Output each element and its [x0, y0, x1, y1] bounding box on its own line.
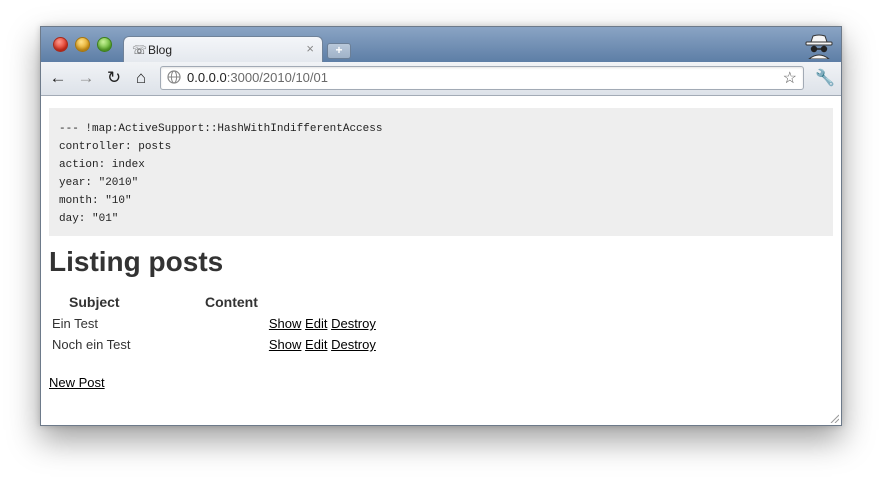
url-host: 0.0.0.0 [187, 70, 227, 85]
debug-line: action: index [59, 159, 145, 171]
post-actions: Show Edit Destroy [268, 314, 377, 333]
show-link[interactable]: Show [269, 337, 302, 352]
table-row: Ein Test Show Edit Destroy [51, 314, 377, 333]
browser-tab[interactable]: ☏ Blog × [123, 36, 323, 63]
debug-params: --- !map:ActiveSupport::HashWithIndiffer… [49, 108, 833, 236]
debug-line: month: "10" [59, 195, 132, 207]
edit-link[interactable]: Edit [305, 316, 327, 331]
debug-line: controller: posts [59, 141, 172, 153]
url-path: :3000/2010/10/01 [226, 70, 328, 85]
incognito-icon [805, 34, 833, 59]
home-button[interactable]: ⌂ [131, 68, 151, 88]
debug-line: day: "01" [59, 213, 119, 225]
close-window-button[interactable] [53, 37, 68, 52]
resize-grip-icon[interactable] [829, 413, 839, 423]
title-bar: ☏ Blog × + [41, 27, 841, 63]
new-post-link[interactable]: New Post [49, 375, 105, 390]
address-bar[interactable]: 0.0.0.0:3000/2010/10/01 ☆ [160, 66, 804, 90]
post-content [205, 335, 266, 354]
tab-title: Blog [148, 43, 173, 57]
url-text: 0.0.0.0:3000/2010/10/01 [187, 70, 328, 85]
globe-icon [167, 70, 181, 84]
show-link[interactable]: Show [269, 316, 302, 331]
edit-link[interactable]: Edit [305, 337, 327, 352]
browser-window: ☏ Blog × + ← → ↻ ⌂ 0.0.0.0:3000/2010/10/… [40, 26, 842, 426]
debug-params-text: --- !map:ActiveSupport::HashWithIndiffer… [49, 108, 833, 240]
column-header-content: Content [205, 294, 258, 310]
tab-close-icon[interactable]: × [306, 41, 314, 56]
post-actions: Show Edit Destroy [268, 335, 377, 354]
window-controls [53, 37, 112, 52]
table-row: Noch ein Test Show Edit Destroy [51, 335, 377, 354]
toolbar: ← → ↻ ⌂ 0.0.0.0:3000/2010/10/01 ☆ 🔧 [41, 62, 841, 96]
column-header-subject: Subject [69, 294, 120, 310]
post-subject: Noch ein Test [52, 337, 131, 352]
page-content: --- !map:ActiveSupport::HashWithIndiffer… [41, 96, 841, 425]
favicon-icon: ☏ [132, 43, 148, 57]
new-tab-button[interactable]: + [327, 43, 351, 59]
posts-table: Subject Content Ein Test Show Edit Destr… [49, 290, 379, 356]
wrench-menu-icon[interactable]: 🔧 [815, 68, 835, 88]
debug-line: year: "2010" [59, 177, 139, 189]
debug-line: --- !map:ActiveSupport::HashWithIndiffer… [59, 123, 383, 135]
back-button[interactable]: ← [48, 68, 68, 88]
destroy-link[interactable]: Destroy [331, 316, 376, 331]
page-title: Listing posts [49, 246, 224, 277]
table-header-row: Subject Content [51, 292, 377, 312]
minimize-window-button[interactable] [75, 37, 90, 52]
reload-button[interactable]: ↻ [104, 68, 124, 88]
column-header-actions [268, 292, 377, 312]
post-content [205, 314, 266, 333]
destroy-link[interactable]: Destroy [331, 337, 376, 352]
post-subject: Ein Test [52, 316, 99, 331]
zoom-window-button[interactable] [97, 37, 112, 52]
forward-button[interactable]: → [76, 68, 96, 88]
bookmark-star-icon[interactable]: ☆ [783, 68, 797, 88]
